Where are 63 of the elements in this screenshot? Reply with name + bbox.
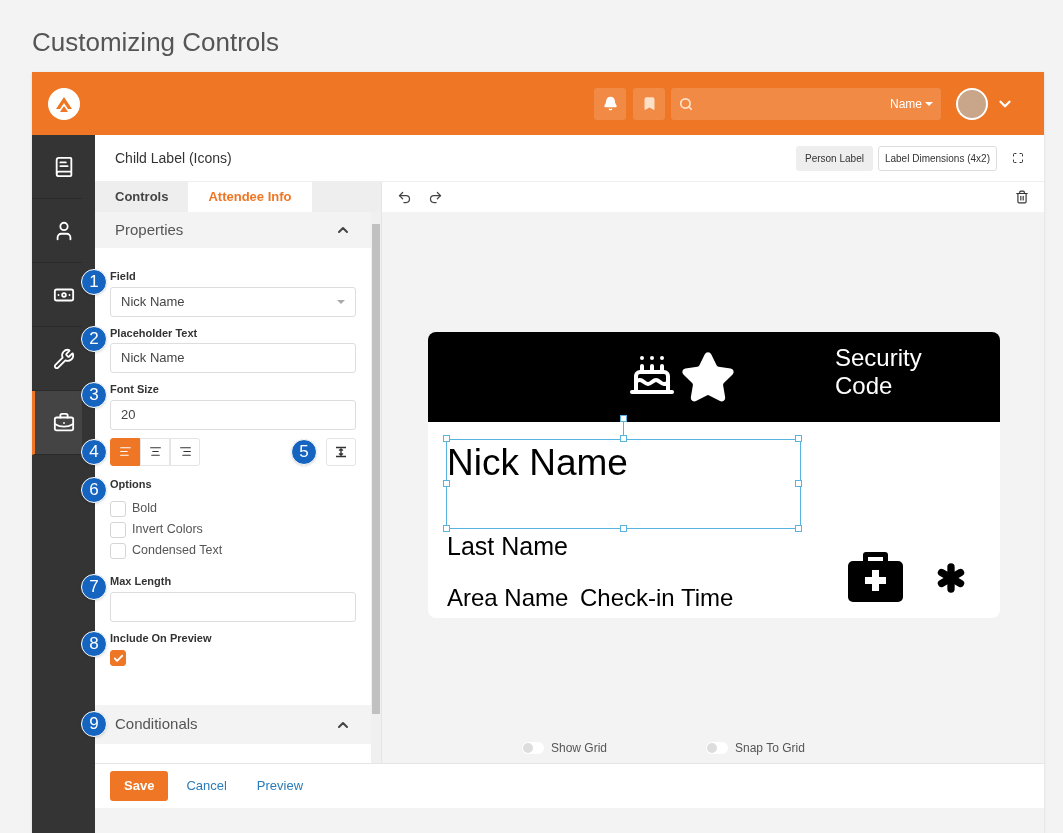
tab[interactable]: Controls [95,182,189,212]
align-right-icon [178,445,192,458]
label-dimensions-button[interactable]: Label Dimensions (4x2) [877,145,997,171]
section-title: Conditionals [115,714,198,735]
editor-title: Child Label (Icons) [115,148,232,168]
briefcase-icon [52,411,75,434]
select-field[interactable]: Nick Name [110,286,356,317]
notifications-button[interactable] [594,87,626,120]
checkbox[interactable] [110,521,126,538]
align-button[interactable] [110,437,140,466]
checkbox[interactable] [110,500,126,517]
bookmark-icon [641,96,657,111]
cancel-link[interactable]: Cancel [186,776,227,796]
align-left-icon [118,445,132,458]
checkbox-label: Bold [132,500,158,518]
redo-icon[interactable] [428,189,443,205]
field-label: Field [110,269,137,284]
avatar[interactable] [956,87,988,120]
field-label: Placeholder Text [110,325,199,341]
input-field[interactable]: 20 [110,399,356,430]
caret-icon [337,299,345,304]
field-label: Options [110,476,153,492]
last-name-text: Last Name [447,531,568,562]
checkbox-label: Invert Colors [132,521,203,539]
wrench-icon [52,347,75,370]
page-heading: Customizing Controls [32,25,280,59]
field-value: 20 [121,405,136,424]
section-title: Properties [115,219,184,240]
input-field[interactable] [110,591,356,622]
vertical-spacing-icon [335,445,347,458]
field-label: Include On Preview [110,630,213,646]
field-label: Max Length [110,574,173,589]
toggle-switch[interactable] [706,742,728,754]
area-name-text: Area Name [447,583,569,613]
align-center-icon [148,445,162,458]
field-value: Nick Name [121,349,185,368]
label-type-tag: Person Label [796,145,873,171]
logo-icon [46,86,81,121]
search-icon [679,96,693,111]
checkbox[interactable] [110,542,126,559]
vertical-spacing-button[interactable] [326,437,356,466]
callout-badge: 5 [291,438,317,465]
fullscreen-icon[interactable] [1012,152,1024,164]
undo-icon[interactable] [397,189,412,205]
check-icon [112,652,124,664]
caret-icon [925,101,933,106]
checkbox-label: Condensed Text [132,542,223,560]
check-in-time-text: Check-in Time [580,583,734,613]
trash-icon[interactable] [1015,190,1029,204]
security-code-text: Security Code [835,344,923,400]
sidebar-item[interactable] [32,391,82,455]
field-label: Font Size [110,382,160,397]
toggle-switch[interactable] [522,742,544,754]
field-value: Nick Name [121,292,185,311]
bell-icon [602,96,618,111]
toggle-label: Snap To Grid [735,740,805,757]
nick-name-text: Nick Name [447,441,628,485]
checkbox[interactable] [110,650,126,666]
toggle-label: Show Grid [551,740,608,757]
input-field[interactable]: Nick Name [110,343,356,373]
preview-link[interactable]: Preview [256,776,304,796]
section-header[interactable]: Properties [95,212,371,248]
medical-kit-icon [848,550,903,602]
